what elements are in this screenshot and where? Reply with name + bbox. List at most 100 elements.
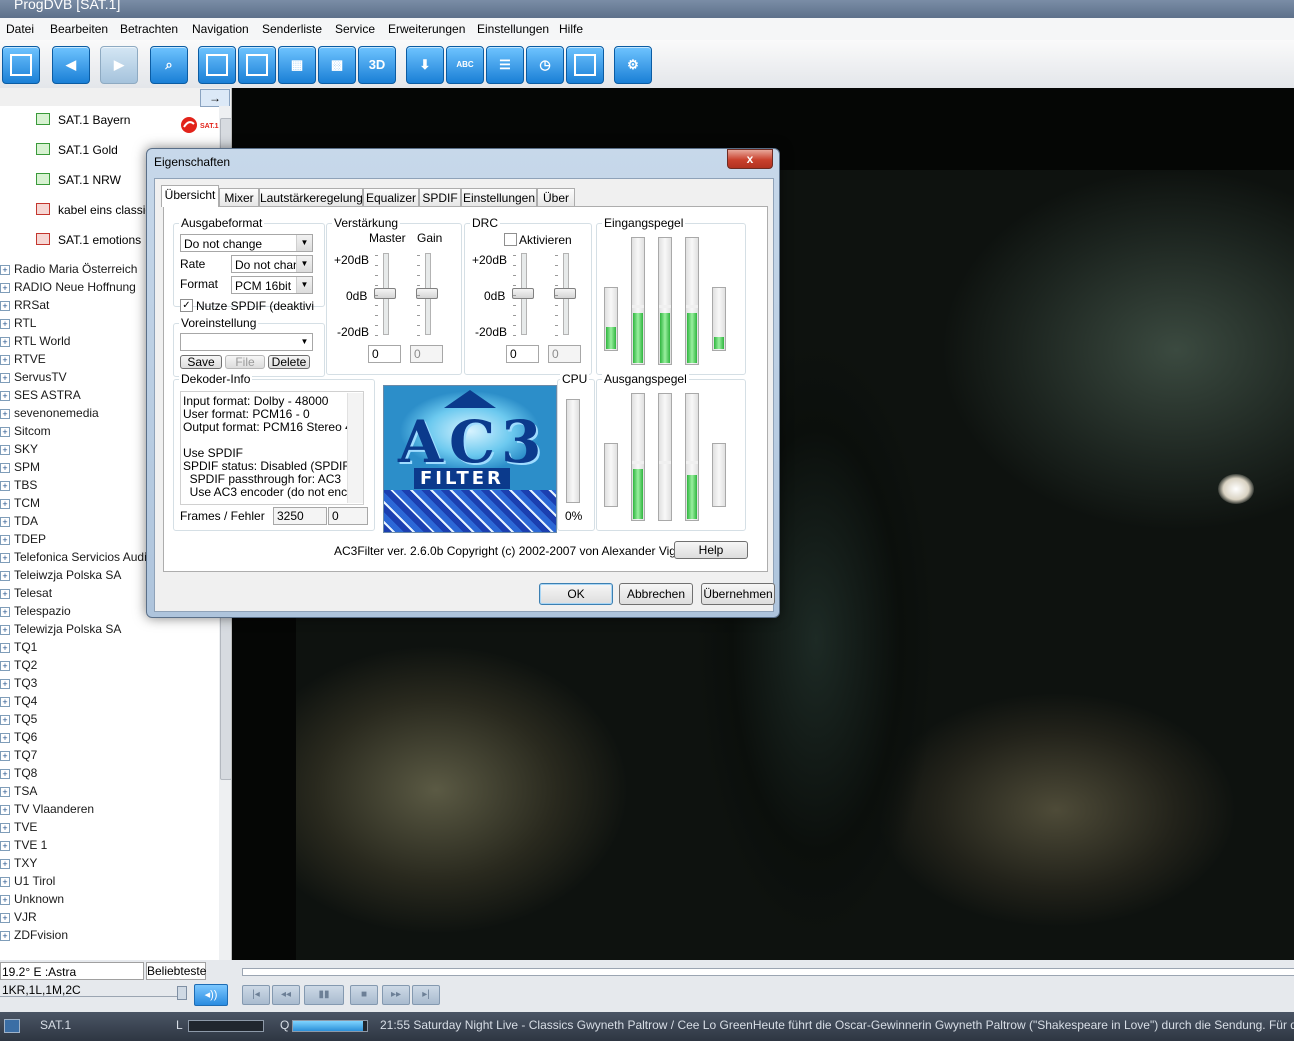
expand-plus-icon[interactable]: + [0, 481, 10, 491]
provider-tree-item[interactable]: + Telespazio [0, 604, 71, 622]
stop-button[interactable]: ■ [350, 985, 378, 1005]
menu-datei[interactable]: Datei [6, 22, 34, 36]
skip-start-button[interactable]: |◂ [242, 985, 270, 1005]
expand-plus-icon[interactable]: + [0, 535, 10, 545]
expand-plus-icon[interactable]: + [0, 859, 10, 869]
provider-tree-item[interactable]: + RRSat [0, 298, 49, 316]
drc-activate-checkbox[interactable] [504, 233, 517, 246]
3d-button[interactable]: 3D [358, 46, 396, 84]
layout-grid-button[interactable]: ▩ [318, 46, 356, 84]
menu-einstellungen[interactable]: Einstellungen [477, 22, 549, 36]
provider-tree-item[interactable]: + SKY [0, 442, 38, 460]
drc-slider[interactable] [512, 288, 534, 299]
expand-plus-icon[interactable]: + [0, 373, 10, 383]
provider-tree-item[interactable]: + RTL [0, 316, 36, 334]
provider-tree-item[interactable]: + TQ3 [0, 676, 37, 694]
provider-tree-item[interactable]: + U1 Tirol [0, 874, 55, 892]
provider-tree-item[interactable]: + TDA [0, 514, 38, 532]
expand-plus-icon[interactable]: + [0, 589, 10, 599]
rewind-button[interactable]: ◂◂ [272, 985, 300, 1005]
speaker-icon[interactable]: ◂)) [194, 984, 228, 1006]
favorite-channel-item[interactable]: kabel eins classics [36, 203, 157, 221]
layout-split-button[interactable] [238, 46, 276, 84]
provider-tree-item[interactable]: + VJR [0, 910, 37, 928]
menu-navigation[interactable]: Navigation [192, 22, 249, 36]
tab-einstellungen[interactable]: Einstellungen [461, 188, 537, 206]
menu-betrachten[interactable]: Betrachten [120, 22, 178, 36]
close-icon[interactable]: x [727, 149, 773, 169]
ok-button[interactable]: OK [539, 583, 613, 605]
expand-plus-icon[interactable]: + [0, 319, 10, 329]
expand-plus-icon[interactable]: + [0, 463, 10, 473]
provider-tree-item[interactable]: + RTVE [0, 352, 46, 370]
gain-slider[interactable] [416, 288, 438, 299]
forward-button[interactable]: ▶ [100, 46, 138, 84]
back-button[interactable]: ◀ [52, 46, 90, 84]
output-format-select[interactable]: Do not change ▼ [180, 234, 313, 252]
expand-plus-icon[interactable]: + [0, 283, 10, 293]
expand-plus-icon[interactable]: + [0, 805, 10, 815]
provider-tree-item[interactable]: + Sitcom [0, 424, 51, 442]
provider-tree-item[interactable]: + SES ASTRA [0, 388, 81, 406]
provider-tree-item[interactable]: + Telewizja Polska SA [0, 622, 121, 640]
tab-uebersicht[interactable]: Übersicht [161, 185, 219, 207]
tab-ueber[interactable]: Über [537, 188, 575, 206]
provider-tree-item[interactable]: + Teleiwzja Polska SA [0, 568, 121, 586]
provider-tree-item[interactable]: + RTL World [0, 334, 70, 352]
provider-tree-item[interactable]: + TVE [0, 820, 37, 838]
teletext-button[interactable]: ABC [446, 46, 484, 84]
drc-level-slider[interactable] [554, 288, 576, 299]
tab-equalizer[interactable]: Equalizer [363, 188, 419, 206]
preset-save-button[interactable]: Save [180, 355, 222, 369]
master-slider[interactable] [374, 288, 396, 299]
expand-plus-icon[interactable]: + [0, 769, 10, 779]
provider-tree-item[interactable]: + TVE 1 [0, 838, 47, 856]
expand-plus-icon[interactable]: + [0, 877, 10, 887]
layout-single-button[interactable] [198, 46, 236, 84]
help-button[interactable]: Help [674, 541, 748, 559]
menu-erweiterungen[interactable]: Erweiterungen [388, 22, 465, 36]
menu-senderliste[interactable]: Senderliste [262, 22, 322, 36]
tab-spdif[interactable]: SPDIF [419, 188, 461, 206]
preset-delete-button[interactable]: Delete [268, 355, 310, 369]
expand-plus-icon[interactable]: + [0, 697, 10, 707]
menu-bearbeiten[interactable]: Bearbeiten [50, 22, 108, 36]
expand-plus-icon[interactable]: + [0, 625, 10, 635]
pause-button[interactable]: ▮▮ [304, 985, 344, 1005]
expand-plus-icon[interactable]: + [0, 913, 10, 923]
cancel-button[interactable]: Abbrechen [619, 583, 693, 605]
gain-value-field[interactable]: 0 [410, 345, 443, 363]
master-value-field[interactable]: 0 [368, 345, 401, 363]
expand-plus-icon[interactable]: + [0, 751, 10, 761]
expand-plus-icon[interactable]: + [0, 679, 10, 689]
favorite-channel-item[interactable]: SAT.1 NRW [36, 173, 121, 191]
tab-mixer[interactable]: Mixer [219, 188, 259, 206]
provider-tree-item[interactable]: + TQ8 [0, 766, 37, 784]
expand-plus-icon[interactable]: + [0, 931, 10, 941]
expand-plus-icon[interactable]: + [0, 643, 10, 653]
provider-tree-item[interactable]: + TQ1 [0, 640, 37, 658]
expand-plus-icon[interactable]: + [0, 337, 10, 347]
drc-level-value-field[interactable]: 0 [548, 345, 581, 363]
provider-tree-item[interactable]: + sevenonemedia [0, 406, 99, 424]
record-button[interactable]: ⬇ [406, 46, 444, 84]
provider-tree-item[interactable]: + TXY [0, 856, 37, 874]
expand-plus-icon[interactable]: + [0, 301, 10, 311]
provider-tree-item[interactable]: + TDEP [0, 532, 46, 550]
volume-slider[interactable] [0, 988, 182, 997]
provider-tree-item[interactable]: + TSA [0, 784, 37, 802]
seek-bar[interactable] [242, 968, 1294, 976]
provider-tree-item[interactable]: + Radio Maria Österreich [0, 262, 137, 280]
preset-select[interactable]: ▼ [180, 333, 313, 351]
provider-tree-item[interactable]: + RADIO Neue Hoffnung [0, 280, 136, 298]
use-spdif-checkbox[interactable]: ✓ [180, 299, 193, 312]
provider-tree-item[interactable]: + Unknown [0, 892, 64, 910]
expand-plus-icon[interactable]: + [0, 409, 10, 419]
favorite-channel-item[interactable]: SAT.1 Gold [36, 143, 118, 161]
format-select[interactable]: PCM 16bit ▼ [231, 276, 313, 294]
collapse-panel-button[interactable]: → [200, 89, 230, 107]
expand-plus-icon[interactable]: + [0, 715, 10, 725]
expand-plus-icon[interactable]: + [0, 445, 10, 455]
expand-plus-icon[interactable]: + [0, 841, 10, 851]
provider-tree-item[interactable]: + TQ2 [0, 658, 37, 676]
